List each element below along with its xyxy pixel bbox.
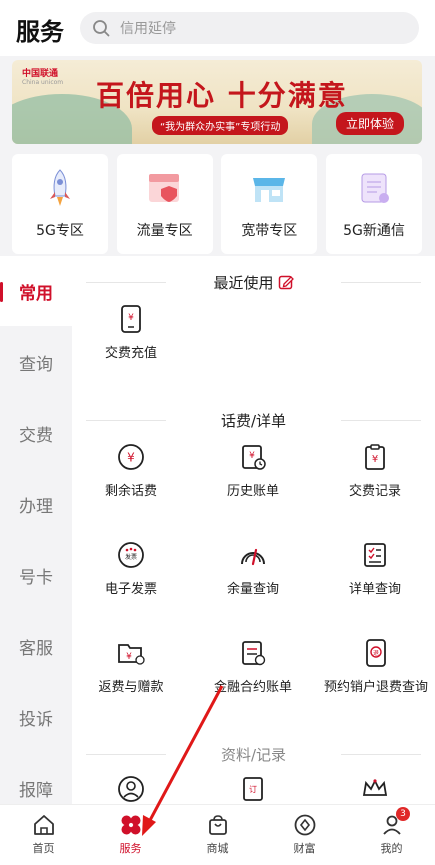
tab-label: 服务 [119,842,142,855]
tab-service[interactable]: 服务 [87,805,174,865]
service-item[interactable]: ¥ 交费记录 [320,442,430,499]
tab-wealth[interactable]: 财富 [261,805,348,865]
search-icon [93,20,110,37]
bill-clock-icon: ¥ [242,445,266,470]
checklist-icon [364,543,386,567]
tab-home[interactable]: 首页 [0,805,87,865]
zone-label: 5G专区 [36,223,84,239]
service-label: 详单查询 [348,582,401,597]
folder-yen-icon: ¥ [118,644,145,665]
notification-badge: 3 [396,807,410,821]
service-clover-icon [121,815,140,835]
zone-label: 5G新通信 [343,223,405,239]
svg-text:¥: ¥ [372,454,378,465]
zone-cards: 5G专区 流量专区 宽带专区 5G新通信 [12,154,422,254]
header: 服务 信用延停 [0,0,435,56]
section-title-profile: 资料/记录 [86,744,421,765]
invoice-icon: 发票 [118,542,144,568]
order-icon: 订 [243,777,263,801]
banner-tagline: “我为群众办实事”专项行动 [152,116,289,135]
tab-mall[interactable]: 商城 [174,805,261,865]
service-label: 剩余话费 [104,484,157,499]
bottom-tab-bar: 首页 服务 商城 财富 我的 3 [0,804,435,865]
tab-label: 我的 [380,842,403,855]
service-item[interactable]: ¥ 交费充值 [76,304,186,361]
phone-yen-icon: ¥ [121,305,141,333]
service-item[interactable]: 余量查询 [198,540,308,597]
crown-icon [362,778,388,796]
search-input[interactable]: 信用延停 [80,12,419,44]
gauge-icon [241,548,265,566]
service-item[interactable]: ¥ 历史账单 [198,442,308,499]
phone-refund-icon: 退 [366,639,386,667]
shopping-bag-icon [208,815,227,835]
service-item[interactable]: 退 预约销户退费查询 [320,638,432,695]
service-label: 预约销户退费查询 [323,680,428,695]
edit-icon[interactable] [278,274,294,290]
banner-headline: 百倍用心 十分满意 [96,79,348,112]
search-placeholder: 信用延停 [120,21,176,37]
sidebar-item-support[interactable]: 客服 [0,611,72,681]
shop-icon [253,178,286,202]
service-label: 返费与赠款 [98,680,164,695]
service-item[interactable]: 金融合约账单 [198,638,308,695]
service-item[interactable]: 详单查询 [320,540,430,597]
zone-5g-messaging[interactable]: 5G新通信 [325,154,422,254]
service-item[interactable]: 发票 电子发票 [76,540,186,597]
zone-label: 流量专区 [136,223,193,239]
svg-text:订: 订 [249,784,257,794]
promo-banner[interactable]: 中国联通 China unicom 百倍用心 十分满意 “我为群众办实事”专项行动… [12,60,422,144]
user-icon [118,776,144,802]
tab-label: 财富 [293,842,316,855]
page-title: 服务 [16,18,64,46]
tab-label: 商城 [206,842,229,855]
yen-circle-icon: ¥ [118,444,144,470]
service-label: 历史账单 [226,484,279,499]
service-label: 金融合约账单 [213,680,292,695]
message-card-icon [361,173,389,203]
svg-text:¥: ¥ [127,451,135,465]
zone-5g[interactable]: 5G专区 [12,154,108,254]
svg-text:¥: ¥ [126,652,132,662]
home-icon [33,815,54,835]
sidebar-item-payment[interactable]: 交费 [0,398,72,468]
service-label: 交费记录 [348,484,401,499]
service-item[interactable]: ¥ 返费与赠款 [76,638,186,695]
svg-text:退: 退 [373,649,379,657]
data-box-icon [148,174,179,202]
service-label: 交费充值 [104,346,157,361]
service-label: 电子发票 [104,582,157,597]
svg-text:¥: ¥ [249,451,255,461]
zone-broadband[interactable]: 宽带专区 [221,154,318,254]
banner-cta-button[interactable]: 立即体验 [336,112,405,135]
service-list: 最近使用 ¥ 交费充值 话费/详单 ¥ 剩余话费 ¥ 历史账单 ¥ 交费记录 发… [72,256,435,804]
tab-mine[interactable]: 我的 3 [348,805,435,865]
clipboard-yen-icon: ¥ [365,444,385,470]
svg-text:¥: ¥ [128,313,134,323]
sidebar-item-common[interactable]: 常用 [0,256,72,326]
category-sidebar: 常用 查询 交费 办理 号卡 客服 投诉 报障 [0,256,72,804]
sidebar-item-query[interactable]: 查询 [0,327,72,397]
sidebar-item-complaint[interactable]: 投诉 [0,682,72,752]
service-item[interactable]: ¥ 剩余话费 [76,442,186,499]
zone-label: 宽带专区 [241,223,298,239]
sidebar-item-handle[interactable]: 办理 [0,469,72,539]
contract-bill-icon [242,641,266,666]
zone-data[interactable]: 流量专区 [116,154,213,254]
wealth-icon [294,814,315,836]
unicom-logo: 中国联通 China unicom [22,69,64,86]
section-title-bill: 话费/详单 [86,410,421,431]
service-label: 余量查询 [226,582,279,597]
sidebar-item-sim[interactable]: 号卡 [0,540,72,610]
svg-text:发票: 发票 [125,553,137,561]
tab-label: 首页 [32,842,55,855]
section-title-recent: 最近使用 [86,272,421,293]
rocket-icon [50,169,70,206]
